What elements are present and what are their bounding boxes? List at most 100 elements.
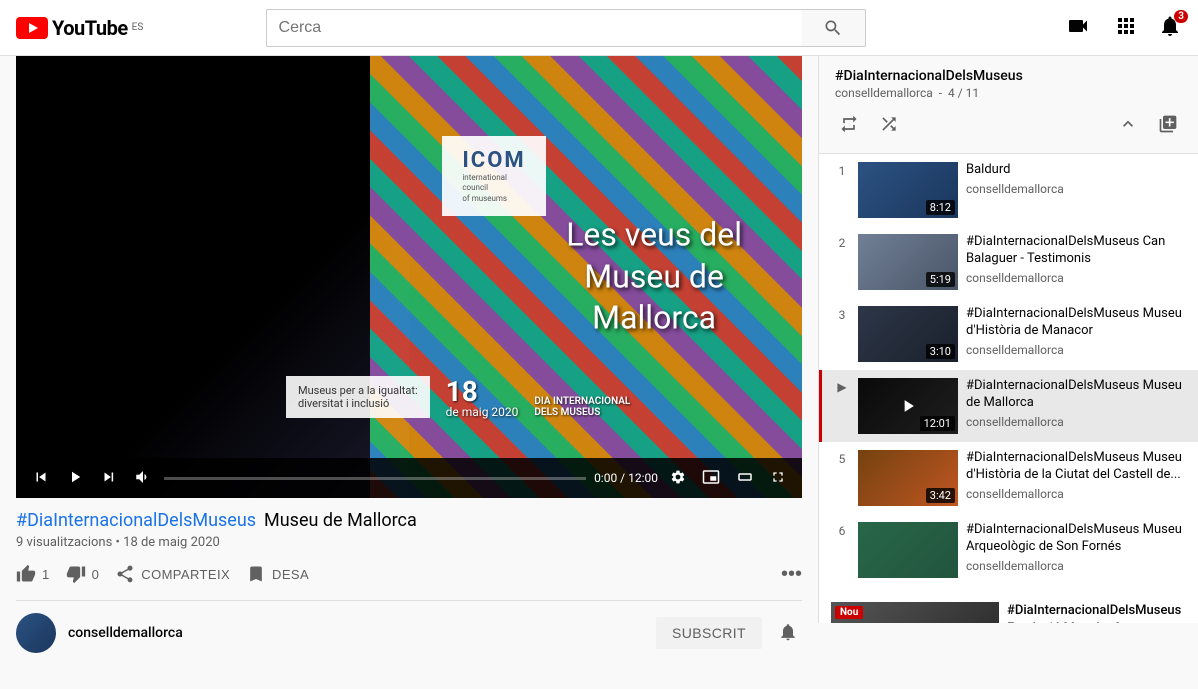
item-duration: 3:10 <box>926 344 955 359</box>
save-button[interactable]: DESA <box>246 560 309 588</box>
museus-date: 18 de maig 2020 <box>446 378 519 418</box>
volume-icon <box>134 468 152 486</box>
video-title-overlay: Les veus del Museu de Mallorca <box>566 215 742 340</box>
playlist-item[interactable]: 5 3:42 #DiaInternacionalDelsMuseus Museu… <box>819 442 1198 514</box>
dislike-count: 0 <box>92 567 100 582</box>
icom-title: ICOM <box>462 148 525 173</box>
item-title: #DiaInternacionalDelsMuseus Museu de Mal… <box>966 378 1186 412</box>
like-count: 1 <box>42 567 50 582</box>
shuffle-icon <box>879 114 899 134</box>
playlist-item[interactable]: 2 5:19 #DiaInternacionalDelsMuseus Can B… <box>819 226 1198 298</box>
thumbs-up-icon <box>16 564 36 584</box>
subscribe-button[interactable]: SUBSCRIT <box>656 617 762 649</box>
item-thumbnail: 12:01 <box>858 378 958 434</box>
save-icon <box>246 564 266 584</box>
share-icon <box>115 564 135 584</box>
settings-button[interactable] <box>666 465 690 492</box>
bell-icon <box>778 622 798 642</box>
settings-icon <box>670 469 686 485</box>
playlist-item[interactable]: 3 3:10 #DiaInternacionalDelsMuseus Museu… <box>819 298 1198 370</box>
item-number: 6 <box>834 524 850 538</box>
museus-banner: Museus per a la igualtat: diversitat i i… <box>286 376 742 418</box>
item-info: #DiaInternacionalDelsMuseus Museu Arqueo… <box>966 522 1186 573</box>
item-channel: conselldemallorca <box>966 182 1186 196</box>
notifications-wrapper[interactable]: 3 <box>1158 14 1182 42</box>
video-actions: 1 0 COMPARTEIX DESA ••• <box>16 560 802 601</box>
item-duration: 3:42 <box>926 488 955 503</box>
item-thumbnail: 3:10 <box>858 306 958 362</box>
item-channel: conselldemallorca <box>966 271 1186 285</box>
playlist-item[interactable]: ▶ 12:01 #DiaInternacionalDelsMuseus Muse… <box>819 370 1198 442</box>
playlist-item[interactable]: 6 #DiaInternacionalDelsMuseus Museu Arqu… <box>819 514 1198 586</box>
apps-button[interactable] <box>1110 10 1142 45</box>
icom-subtitle: international council of museums <box>462 173 525 204</box>
video-controls: 0:00 / 12:00 <box>16 458 802 498</box>
playlist-item[interactable]: 1 8:12 Baldurd conselldemallorca <box>819 154 1198 226</box>
playlist-items: 1 8:12 Baldurd conselldemallorca 2 5:19 … <box>819 154 1198 586</box>
search-icon <box>823 18 843 38</box>
item-channel: conselldemallorca <box>966 415 1186 429</box>
skip-back-icon <box>32 468 50 486</box>
channel-avatar[interactable] <box>16 613 56 653</box>
dia-text: DIA INTERNACIONAL DELS MUSEUS <box>534 396 630 418</box>
loop-icon <box>839 114 859 134</box>
search-button[interactable] <box>802 9 866 47</box>
channel-row: conselldemallorca SUBSCRIT <box>16 601 802 665</box>
chevron-up-icon <box>1118 114 1138 134</box>
museus-date-year: de maig 2020 <box>446 406 519 418</box>
fullscreen-icon <box>770 469 786 485</box>
more-options-button[interactable]: ••• <box>781 563 802 586</box>
volume-button[interactable] <box>130 464 156 493</box>
item-number: 5 <box>834 452 850 466</box>
video-section: ICOM international council of museums Le… <box>0 56 818 689</box>
like-button[interactable]: 1 <box>16 560 50 588</box>
share-button[interactable]: COMPARTEIX <box>115 560 230 588</box>
search-input[interactable] <box>266 9 802 47</box>
item-info: #DiaInternacionalDelsMuseus Can Balaguer… <box>966 234 1186 285</box>
item-thumbnail: 8:12 <box>858 162 958 218</box>
item-title: Baldurd <box>966 162 1186 179</box>
thumbs-down-icon <box>66 564 86 584</box>
playlist-progress: 4 / 11 <box>948 86 979 100</box>
collapse-button[interactable] <box>1114 110 1142 141</box>
video-hashtag[interactable]: #DiaInternacionalDelsMuseus <box>16 510 256 531</box>
fullscreen-button[interactable] <box>766 465 790 492</box>
miniplayer-button[interactable] <box>698 464 724 493</box>
skip-forward-icon <box>100 468 118 486</box>
youtube-logo-icon <box>16 17 48 39</box>
item-duration: 5:19 <box>926 272 955 287</box>
skip-forward-button[interactable] <box>96 464 122 493</box>
theater-button[interactable] <box>732 464 758 493</box>
bell-button[interactable] <box>774 618 802 649</box>
search-area <box>266 9 866 47</box>
main-content: ICOM international council of museums Le… <box>0 56 1198 689</box>
channel-avatar-bg <box>16 613 56 653</box>
progress-bar[interactable] <box>164 477 586 480</box>
skip-back-button[interactable] <box>28 464 54 493</box>
recommended-video[interactable]: Nou 2:59 #DiaInternacionalDelsMuseus Fun… <box>819 594 1198 623</box>
loop-button[interactable] <box>835 110 863 141</box>
item-info: #DiaInternacionalDelsMuseus Museu d'Hist… <box>966 306 1186 357</box>
rec-info: #DiaInternacionalDelsMuseus Fundació Mos… <box>1007 602 1186 623</box>
video-player[interactable]: ICOM international council of museums Le… <box>16 56 802 498</box>
item-thumbnail: 3:42 <box>858 450 958 506</box>
logo-country: ES <box>132 22 144 33</box>
item-number: 1 <box>834 164 850 178</box>
play-button[interactable] <box>62 464 88 493</box>
item-info: Baldurd conselldemallorca <box>966 162 1186 196</box>
item-thumbnail <box>858 522 958 578</box>
channel-name[interactable]: conselldemallorca <box>68 625 183 641</box>
upload-button[interactable] <box>1062 10 1094 45</box>
add-to-queue-button[interactable] <box>1154 110 1182 141</box>
notification-badge: 3 <box>1174 10 1188 23</box>
item-title: #DiaInternacionalDelsMuseus Museu d'Hist… <box>966 306 1186 340</box>
logo-area[interactable]: YouTubeES <box>16 16 143 40</box>
add-to-queue-icon <box>1158 114 1178 134</box>
item-info: #DiaInternacionalDelsMuseus Museu d'Hist… <box>966 450 1186 501</box>
item-title: #DiaInternacionalDelsMuseus Museu Arqueo… <box>966 522 1186 556</box>
recommended-section: Nou 2:59 #DiaInternacionalDelsMuseus Fun… <box>819 586 1198 623</box>
shuffle-button[interactable] <box>875 110 903 141</box>
item-duration: 12:01 <box>920 416 955 431</box>
dislike-button[interactable]: 0 <box>66 560 100 588</box>
playlist-controls <box>835 110 1182 141</box>
